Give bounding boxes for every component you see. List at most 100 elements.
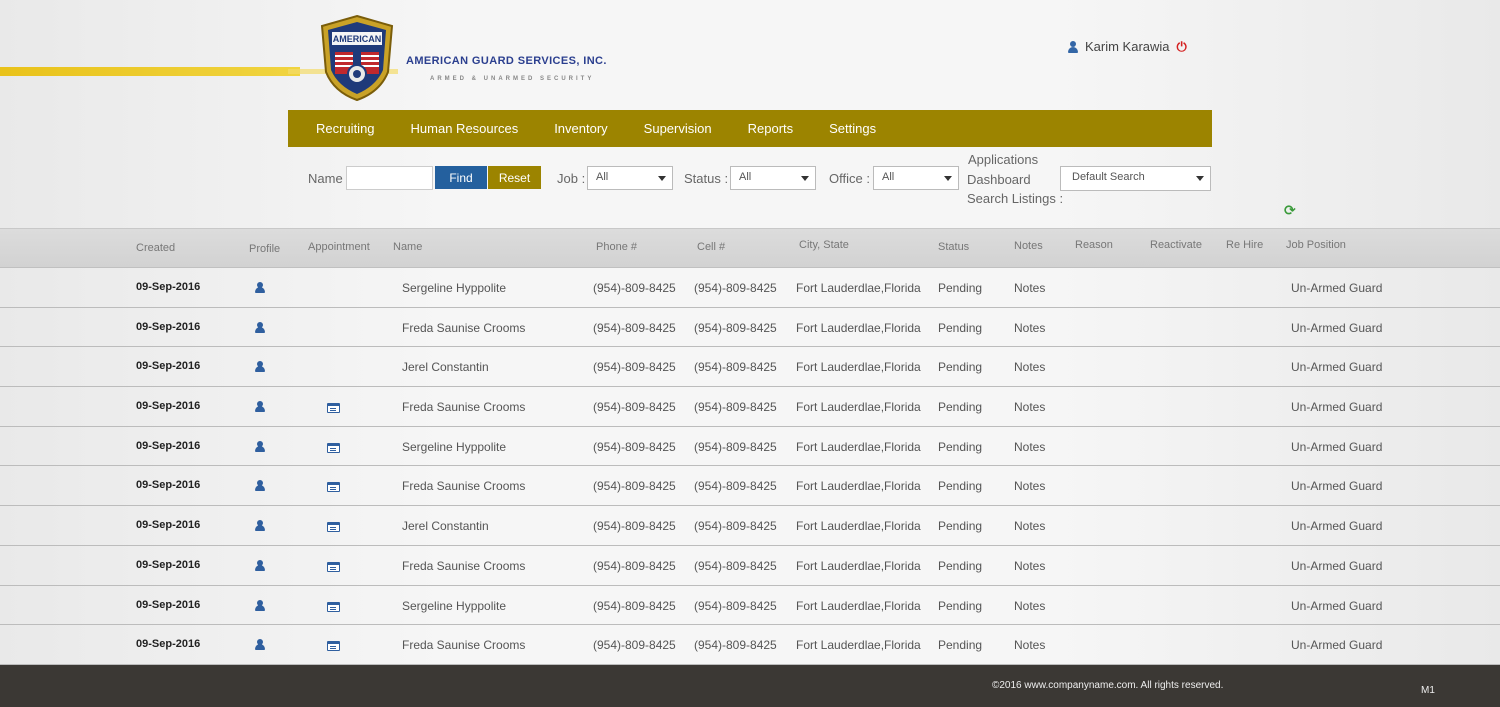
filter-bar: Name Find Reset Job : All Status : All O… <box>0 150 1500 218</box>
job-position-cell: Un-Armed Guard <box>1291 281 1383 295</box>
th-job-position[interactable]: Job Position <box>1286 239 1346 251</box>
notes-link[interactable]: Notes <box>1014 281 1045 295</box>
profile-user-icon[interactable] <box>255 639 265 653</box>
notes-link[interactable]: Notes <box>1014 559 1045 573</box>
nav-settings[interactable]: Settings <box>811 121 894 136</box>
name-cell[interactable]: Freda Saunise Crooms <box>402 479 525 493</box>
notes-link[interactable]: Notes <box>1014 400 1045 414</box>
user-name[interactable]: Karim Karawia <box>1085 39 1170 54</box>
table-row[interactable]: 09-Sep-2016 Jerel Constantin (954)-809-842… <box>0 506 1500 546</box>
job-select[interactable]: All <box>587 166 673 190</box>
profile-user-icon[interactable] <box>255 559 265 574</box>
name-cell[interactable]: Sergeline Hyppolite <box>402 281 506 295</box>
job-position-cell: Un-Armed Guard <box>1291 320 1383 335</box>
name-cell[interactable]: Freda Saunise Crooms <box>402 559 525 573</box>
cell-phone-cell: (954)-809-8425 <box>694 598 777 613</box>
appointment-calendar-icon[interactable] <box>327 481 340 495</box>
header-gold-stripe <box>0 67 300 76</box>
notes-link[interactable]: Notes <box>1014 321 1045 335</box>
nav-human-resources[interactable]: Human Resources <box>393 121 537 136</box>
company-logo-badge[interactable]: AMERICAN <box>320 14 394 102</box>
office-select[interactable]: All <box>873 166 959 190</box>
job-position-cell: Un-Armed Guard <box>1291 558 1383 573</box>
notes-link[interactable]: Notes <box>1014 638 1045 652</box>
appointment-calendar-icon[interactable] <box>327 601 340 615</box>
job-position-cell: Un-Armed Guard <box>1291 439 1383 454</box>
cell-phone-cell: (954)-809-8425 <box>694 400 777 415</box>
th-phone[interactable]: Phone # <box>596 241 637 253</box>
appointment-calendar-icon[interactable] <box>327 640 340 654</box>
th-notes[interactable]: Notes <box>1014 240 1043 252</box>
status-cell: Pending <box>938 439 983 454</box>
appointment-calendar-icon[interactable] <box>327 521 340 535</box>
cell-phone-cell: (954)-809-8425 <box>694 519 777 534</box>
th-cell[interactable]: Cell # <box>697 241 725 253</box>
nav-recruiting[interactable]: Recruiting <box>298 121 393 136</box>
notes-link[interactable]: Notes <box>1014 360 1045 374</box>
cell-phone-cell: (954)-809-8425 <box>694 439 777 454</box>
name-search-input[interactable] <box>346 166 433 190</box>
table-row[interactable]: 09-Sep-2016 Freda Saunise Crooms (954)-809… <box>0 466 1500 507</box>
created-cell: 09-Sep-2016 <box>136 439 201 452</box>
name-cell[interactable]: Freda Saunise Crooms <box>402 321 525 335</box>
table-row[interactable]: 09-Sep-2016 Freda Saunise Crooms (954)-809… <box>0 308 1500 348</box>
profile-user-icon[interactable] <box>255 599 265 614</box>
logo-text: AMERICAN <box>333 34 382 44</box>
th-city-state[interactable]: City, State <box>799 239 849 251</box>
th-reactivate[interactable]: Reactivate <box>1150 239 1202 251</box>
reset-button[interactable]: Reset <box>488 166 541 189</box>
notes-link[interactable]: Notes <box>1014 599 1045 613</box>
notes-link[interactable]: Notes <box>1014 479 1045 493</box>
notes-link[interactable]: Notes <box>1014 519 1045 533</box>
profile-user-icon[interactable] <box>255 321 265 336</box>
notes-link[interactable]: Notes <box>1014 440 1045 454</box>
chevron-down-icon <box>1196 176 1204 181</box>
th-reason[interactable]: Reason <box>1075 239 1113 251</box>
find-button[interactable]: Find <box>435 166 487 189</box>
profile-user-icon[interactable] <box>255 361 265 375</box>
th-appointment[interactable]: Appointment <box>308 241 370 253</box>
name-cell[interactable]: Freda Saunise Crooms <box>402 638 525 652</box>
company-name: AMERICAN GUARD SERVICES, INC. <box>406 55 607 67</box>
table-header: Created Profile Appointment Name Phone #… <box>0 228 1500 268</box>
appointment-calendar-icon[interactable] <box>327 402 340 416</box>
refresh-icon[interactable]: ⟳ <box>1284 202 1296 219</box>
applications-dashboard-label: Applications Dashboard Search Listings : <box>967 150 1063 209</box>
table-row[interactable]: 09-Sep-2016 Sergeline Hyppolite (954)-809-… <box>0 268 1500 308</box>
name-cell[interactable]: Sergeline Hyppolite <box>402 440 506 454</box>
name-cell[interactable]: Freda Saunise Crooms <box>402 400 525 414</box>
created-cell: 09-Sep-2016 <box>136 479 201 492</box>
appointment-calendar-icon[interactable] <box>327 561 340 575</box>
profile-user-icon[interactable] <box>255 282 265 296</box>
cell-phone-cell: (954)-809-8425 <box>694 638 777 653</box>
table-row[interactable]: 09-Sep-2016 Freda Saunise Crooms (954)-809… <box>0 625 1500 665</box>
name-cell[interactable]: Sergeline Hyppolite <box>402 599 506 613</box>
table-row[interactable]: 09-Sep-2016 Sergeline Hyppolite (954)-809-… <box>0 427 1500 467</box>
th-status[interactable]: Status <box>938 241 969 253</box>
created-cell: 09-Sep-2016 <box>136 519 201 532</box>
th-created[interactable]: Created <box>136 242 175 254</box>
table-row[interactable]: 09-Sep-2016 Freda Saunise Crooms (954)-809… <box>0 387 1500 427</box>
search-listings-select[interactable]: Default Search <box>1060 166 1211 191</box>
table-row[interactable]: 09-Sep-2016 Sergeline Hyppolite (954)-809-… <box>0 586 1500 626</box>
profile-user-icon[interactable] <box>255 401 265 415</box>
table-row[interactable]: 09-Sep-2016 Jerel Constantin (954)-809-842… <box>0 347 1500 388</box>
user-menu[interactable]: Karim Karawia ⏻ <box>1068 39 1187 54</box>
city-state-cell: Fort Lauderdlae,Florida <box>796 519 921 534</box>
nav-reports[interactable]: Reports <box>730 121 812 136</box>
th-name[interactable]: Name <box>393 241 422 253</box>
th-profile[interactable]: Profile <box>249 243 280 255</box>
appointment-calendar-icon[interactable] <box>327 442 340 456</box>
power-logout-icon[interactable]: ⏻ <box>1177 40 1187 53</box>
profile-user-icon[interactable] <box>255 520 265 534</box>
nav-inventory[interactable]: Inventory <box>536 121 625 136</box>
name-cell[interactable]: Jerel Constantin <box>402 360 489 374</box>
status-cell: Pending <box>938 519 983 534</box>
table-row[interactable]: 09-Sep-2016 Freda Saunise Crooms (954)-809… <box>0 546 1500 586</box>
nav-supervision[interactable]: Supervision <box>626 121 730 136</box>
th-rehire[interactable]: Re Hire <box>1226 239 1263 251</box>
status-select[interactable]: All <box>730 166 816 190</box>
profile-user-icon[interactable] <box>255 480 265 494</box>
profile-user-icon[interactable] <box>255 440 265 455</box>
name-cell[interactable]: Jerel Constantin <box>402 519 489 533</box>
